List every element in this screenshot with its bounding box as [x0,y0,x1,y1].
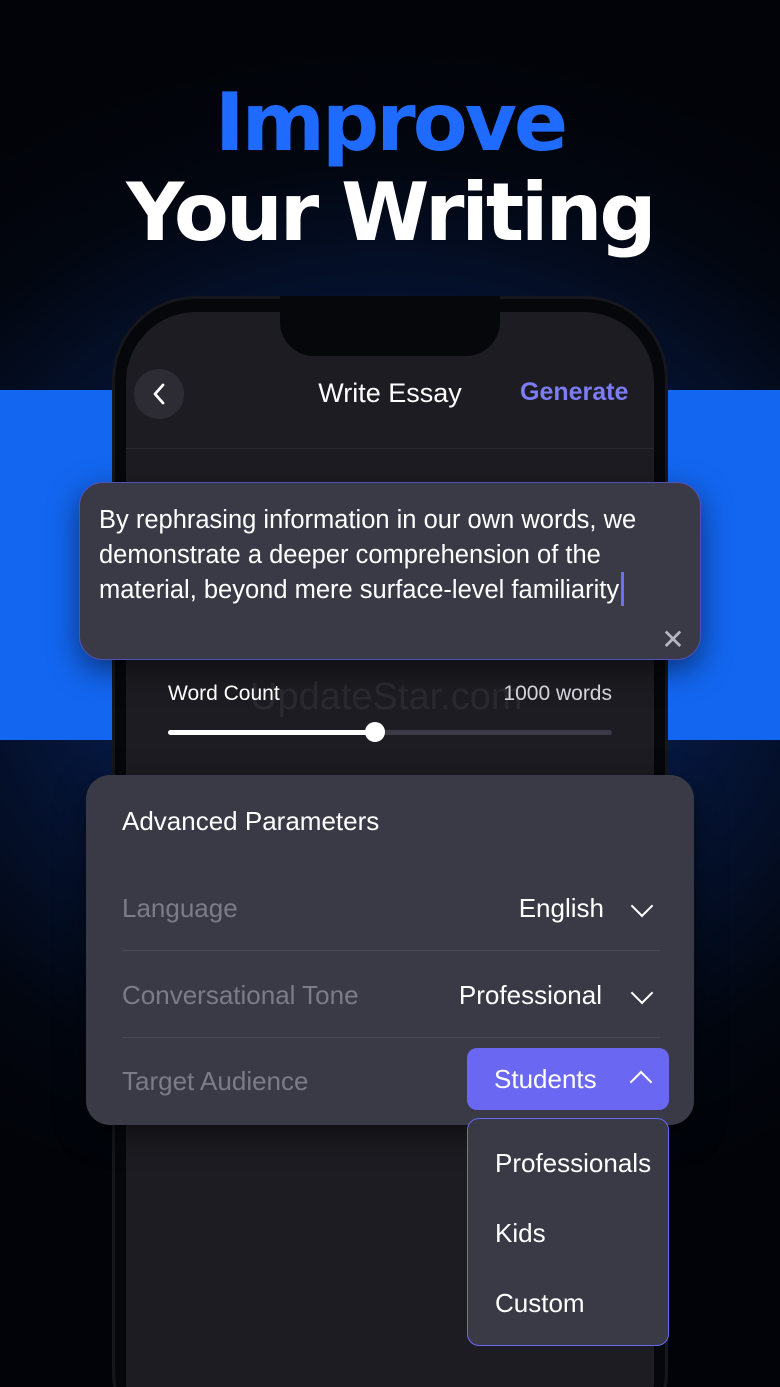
audience-label: Target Audience [122,1066,309,1096]
essay-text: By rephrasing information in our own wor… [99,506,637,604]
text-caret [621,572,625,606]
language-select[interactable]: English [470,893,604,924]
slider-thumb[interactable] [364,722,385,742]
headline-your-writing: Your Writing [126,166,656,259]
param-divider [122,950,660,951]
word-count-value: 1000 words [503,682,612,705]
tone-select[interactable]: Professional [430,980,602,1011]
dropdown-option-professionals[interactable]: Professionals [495,1148,651,1179]
word-count-slider[interactable] [168,722,612,742]
word-count-label: Word Count [168,682,280,705]
headline-improve: Improve [214,76,568,169]
dropdown-option-custom[interactable]: Custom [495,1288,585,1319]
param-divider [122,1037,660,1038]
tone-label: Conversational Tone [122,980,359,1010]
language-label: Language [122,893,238,923]
page-title: Write Essay [318,378,462,408]
essay-input[interactable]: By rephrasing information in our own wor… [99,503,689,608]
generate-button[interactable]: Generate [520,378,650,407]
close-icon[interactable]: ✕ [660,626,686,654]
audience-selected-value[interactable]: Students [494,1064,597,1095]
back-button[interactable] [134,369,184,419]
dropdown-option-kids[interactable]: Kids [495,1218,546,1249]
chevron-left-icon [153,383,165,405]
nav-divider [126,448,654,449]
advanced-parameters-title: Advanced Parameters [122,806,380,836]
phone-notch [280,296,500,356]
slider-fill [168,730,375,735]
